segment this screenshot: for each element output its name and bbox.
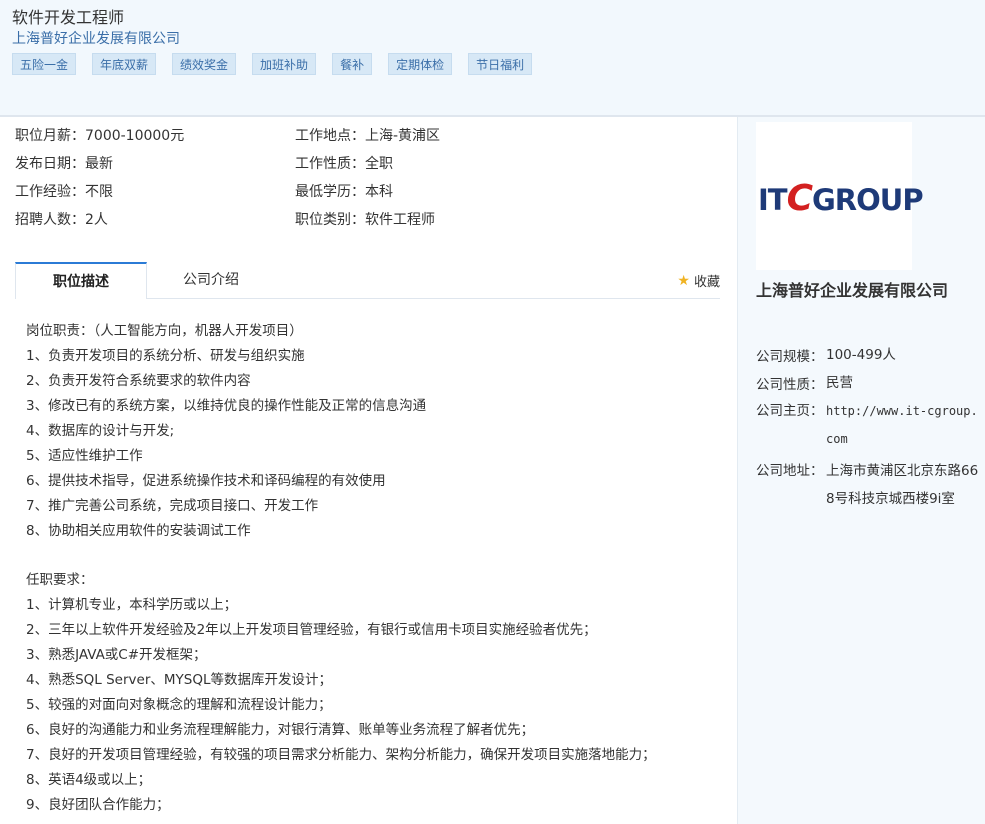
requirement-line: 2、三年以上软件开发经验及2年以上开发项目管理经验，有银行或信用卡项目实施经验者… bbox=[26, 622, 597, 638]
address-value: 上海市黄浦区北京东路668号科技京城西楼9i室 bbox=[826, 463, 979, 507]
duty-line: 岗位职责：（人工智能方向，机器人开发项目） bbox=[26, 323, 303, 339]
duty-line: 8、协助相关应用软件的安装调试工作 bbox=[26, 523, 251, 539]
scale-value: 100-499人 bbox=[826, 347, 896, 363]
star-icon: ★ bbox=[677, 272, 690, 289]
category-info: 职位类别：软件工程师 bbox=[295, 212, 435, 228]
welfare-tag: 年底双薪 bbox=[92, 53, 157, 75]
homepage-label: 公司主页： bbox=[756, 403, 824, 419]
requirement-line: 9、良好团队合作能力； bbox=[26, 797, 170, 813]
type-value: 民营 bbox=[826, 375, 853, 391]
job-header: 软件开发工程师 上海普好企业发展有限公司 五险一金 年底双薪 绩效奖金 加班补助… bbox=[0, 0, 985, 117]
requirement-line: 1、计算机专业，本科学历或以上； bbox=[26, 597, 238, 613]
welfare-tag: 绩效奖金 bbox=[172, 53, 237, 75]
detail-tabs: 职位描述 公司介绍 ★ 收藏 bbox=[15, 262, 720, 299]
duty-line: 2、负责开发符合系统要求的软件内容 bbox=[26, 373, 251, 389]
headcount-info: 招聘人数：2人 bbox=[15, 212, 108, 228]
favorite-button[interactable]: ★ 收藏 bbox=[677, 271, 720, 291]
company-sidebar: ITCGROUP 上海普好企业发展有限公司 公司规模： 100-499人 公司性… bbox=[737, 117, 985, 824]
job-title: 软件开发工程师 bbox=[12, 8, 125, 27]
tab-job-description[interactable]: 职位描述 bbox=[15, 262, 147, 299]
duty-line: 5、适应性维护工作 bbox=[26, 448, 143, 464]
sidebar-company-name[interactable]: 上海普好企业发展有限公司 bbox=[756, 279, 976, 302]
company-link[interactable]: 上海普好企业发展有限公司 bbox=[12, 28, 180, 48]
education-info: 最低学历：本科 bbox=[295, 184, 393, 200]
requirement-line: 6、良好的沟通能力和业务流程理解能力，对银行清算、账单等业务流程了解者优先； bbox=[26, 722, 535, 738]
company-logo[interactable]: ITCGROUP bbox=[756, 122, 924, 270]
requirement-line: 7、良好的开发项目管理经验，有较强的项目需求分析能力、架构分析能力，确保开发项目… bbox=[26, 747, 656, 763]
logo-text-it: IT bbox=[758, 183, 788, 217]
nature-info: 工作性质：全职 bbox=[295, 156, 393, 172]
company-scale-row: 公司规模： 100-499人 bbox=[756, 345, 981, 365]
duty-line: 1、负责开发项目的系统分析、研发与组织实施 bbox=[26, 348, 305, 364]
welfare-tag: 加班补助 bbox=[252, 53, 317, 75]
duty-line: 7、推广完善公司系统，完成项目接口、开发工作 bbox=[26, 498, 319, 514]
welfare-tag: 节日福利 bbox=[468, 53, 533, 75]
job-main: 职位月薪：7000-10000元 工作地点：上海-黄浦区 发布日期：最新 工作性… bbox=[0, 117, 737, 824]
homepage-link[interactable]: http://www.it-cgroup.com bbox=[826, 397, 981, 453]
company-type-row: 公司性质： 民营 bbox=[756, 373, 981, 393]
requirement-line: 任职要求： bbox=[26, 572, 94, 588]
welfare-tag: 餐补 bbox=[332, 53, 373, 75]
requirement-line: 8、英语4级或以上； bbox=[26, 772, 152, 788]
logo-text-group: GROUP bbox=[812, 183, 924, 217]
welfare-tag: 定期体检 bbox=[388, 53, 453, 75]
requirement-line: 3、熟悉JAVA或C#开发框架； bbox=[26, 647, 207, 663]
logo-wordmark: ITCGROUP bbox=[758, 178, 924, 219]
duty-line: 3、修改已有的系统方案，以维持优良的操作性能及正常的信息沟通 bbox=[26, 398, 427, 414]
salary-info: 职位月薪：7000-10000元 bbox=[15, 128, 185, 144]
company-address-row: 公司地址： 上海市黄浦区北京东路668号科技京城西楼9i室 bbox=[756, 457, 981, 513]
description-gap bbox=[26, 544, 726, 568]
requirement-line: 5、较强的对面向对象概念的理解和流程设计能力； bbox=[26, 697, 332, 713]
favorite-label: 收藏 bbox=[693, 275, 720, 290]
job-description: 岗位职责：（人工智能方向，机器人开发项目） 1、负责开发项目的系统分析、研发与组… bbox=[26, 319, 726, 818]
scale-label: 公司规模： bbox=[756, 349, 824, 365]
duty-line: 6、提供技术指导，促进系统操作技术和译码编程的有效使用 bbox=[26, 473, 386, 489]
duty-line: 4、数据库的设计与开发; bbox=[26, 423, 175, 439]
welfare-tag: 五险一金 bbox=[12, 53, 77, 75]
welfare-tags: 五险一金 年底双薪 绩效奖金 加班补助 餐补 定期体检 节日福利 bbox=[12, 53, 548, 75]
tab-company-intro[interactable]: 公司介绍 bbox=[175, 262, 247, 299]
experience-info: 工作经验：不限 bbox=[15, 184, 113, 200]
address-label: 公司地址： bbox=[756, 463, 824, 479]
company-homepage-row: 公司主页： http://www.it-cgroup.com bbox=[756, 397, 981, 453]
type-label: 公司性质： bbox=[756, 377, 824, 393]
requirement-line: 4、熟悉SQL Server、MYSQL等数据库开发设计； bbox=[26, 672, 332, 688]
location-info: 工作地点：上海-黄浦区 bbox=[295, 128, 441, 144]
logo-text-c: C bbox=[786, 178, 813, 219]
date-info: 发布日期：最新 bbox=[15, 156, 113, 172]
